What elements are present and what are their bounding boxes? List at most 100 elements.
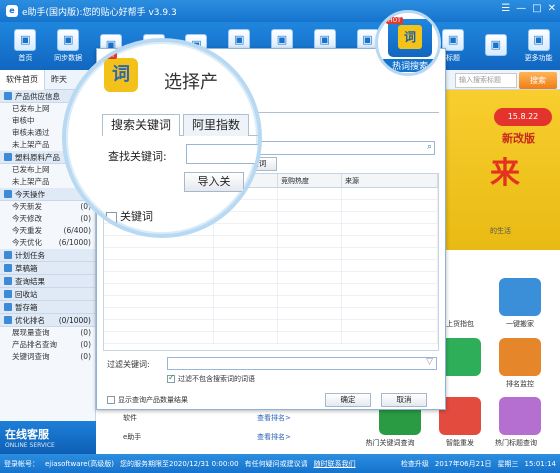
minimize-icon[interactable]: —	[516, 3, 526, 14]
promo-banner[interactable]: 15.8.22 新改版 来 的生活	[440, 90, 560, 250]
magnified-tab-ali[interactable]: 阿里指数	[183, 114, 250, 136]
login-label: 登录帐号：	[4, 459, 39, 468]
window-titlebar: e e助手(国内版):您的贴心好帮手 v3.9.3 ☰ — □ ✕	[0, 0, 560, 22]
table-cell	[278, 296, 342, 307]
hot-title-icon[interactable]	[499, 397, 541, 435]
table-cell	[342, 332, 438, 343]
sidebar-section-count: (0/1000)	[58, 315, 91, 325]
magnified-tab-search[interactable]: 搜索关键词	[102, 114, 181, 136]
search-button[interactable]: 搜索	[519, 72, 557, 89]
feature-hot-keyword[interactable]: 热门关键词查询	[355, 438, 425, 448]
sidebar-item-label: 产品排名查询	[12, 340, 57, 349]
feature-smart-repost[interactable]: 智能重发	[425, 438, 495, 448]
sidebar-section-header[interactable]: 暂存箱	[0, 301, 95, 314]
hot-keyword-callout[interactable]: 词 HOT 热词搜索	[375, 10, 441, 76]
sidebar-section-header[interactable]: 草稿箱	[0, 262, 95, 275]
table-row[interactable]	[104, 332, 438, 344]
hot-tag: HOT	[386, 17, 403, 24]
table-cell	[278, 236, 342, 247]
magnified-find-input[interactable]	[186, 144, 258, 164]
table-cell	[214, 296, 278, 307]
table-cell	[278, 188, 342, 199]
sidebar-item-label: 今天修改	[12, 214, 42, 223]
table-row[interactable]	[104, 260, 438, 272]
table-row[interactable]	[104, 236, 438, 248]
sidebar-item[interactable]: 产品排名查询 (0)	[0, 339, 95, 351]
col-bid-heat[interactable]: 竞购热度	[278, 174, 342, 187]
exclude-checkbox-label: 过滤不包含搜索词的词语	[178, 375, 255, 383]
table-cell	[342, 212, 438, 223]
tab-home[interactable]: 软件首页	[0, 69, 45, 90]
skin-icon[interactable]: ☰	[501, 3, 510, 14]
table-cell	[104, 260, 214, 271]
exclude-option[interactable]: 过滤不包含搜索词的词语	[167, 373, 255, 384]
maximize-icon[interactable]: □	[532, 3, 541, 14]
sidebar-section-title: 塑料原料产品	[15, 152, 60, 162]
sidebar-item[interactable]: 展现量查询 (0)	[0, 327, 95, 339]
section-icon	[4, 303, 12, 311]
table-row[interactable]	[104, 284, 438, 296]
title-search-input[interactable]: 输入搜索标题	[455, 73, 517, 88]
section-icon	[4, 290, 12, 298]
table-row[interactable]	[104, 296, 438, 308]
search-icon[interactable]: ⌕	[427, 142, 432, 152]
toolbar-button-1[interactable]: ▣ 同步数据	[47, 22, 90, 70]
feature-move-shop[interactable]: 一键搬家	[485, 319, 555, 329]
table-row[interactable]	[104, 308, 438, 320]
show-count-checkbox[interactable]	[107, 396, 115, 404]
online-service-banner[interactable]: 在线客服 ONLINE SERVICE	[0, 421, 96, 455]
show-count-option[interactable]: 显示查询产品数量结果	[107, 395, 188, 405]
hot-keyword-label[interactable]: 热词搜索	[382, 59, 438, 72]
row-link-eassistant[interactable]: 查看排名>	[257, 432, 291, 442]
filter-keyword-input[interactable]: ▽	[167, 357, 437, 370]
sidebar-item[interactable]: 关键词查询 (0)	[0, 351, 95, 363]
table-cell	[342, 260, 438, 271]
ok-button[interactable]: 确定	[325, 393, 371, 407]
toolbar-button-0[interactable]: ▣ 首页	[4, 22, 47, 70]
sidebar-section-title: 草稿箱	[15, 263, 38, 273]
sidebar-item[interactable]: 今天修改 (0)	[0, 213, 95, 225]
magnified-checkbox[interactable]	[106, 211, 117, 223]
cancel-button[interactable]: 取消	[381, 393, 427, 407]
toolbar-button-11[interactable]: ▣	[474, 22, 517, 70]
sidebar-section-header[interactable]: 优化排名 (0/1000)	[0, 314, 95, 327]
magnified-import-button[interactable]: 导入关	[184, 172, 244, 192]
account-name: ejiasoftware(高级版)	[45, 459, 115, 468]
sidebar-section-header[interactable]: 查询结果	[0, 275, 95, 288]
sidebar-section-header[interactable]: 计划任务	[0, 249, 95, 262]
sidebar-section-title: 回收站	[15, 289, 38, 299]
col-source[interactable]: 来源	[342, 174, 438, 187]
table-cell	[342, 188, 438, 199]
sidebar-item-label: 今天新发	[12, 202, 42, 211]
table-cell	[278, 200, 342, 211]
table-row[interactable]	[104, 272, 438, 284]
check-update-link[interactable]: 检查升级	[401, 459, 429, 469]
sidebar-section-header[interactable]: 回收站	[0, 288, 95, 301]
section-icon	[4, 264, 12, 272]
close-icon[interactable]: ✕	[548, 3, 556, 14]
filter-icon[interactable]: ▽	[426, 357, 433, 367]
hot-keyword-tile[interactable]: 词	[388, 19, 432, 57]
contact-link[interactable]: 随时联系我们	[314, 459, 356, 469]
table-row[interactable]	[104, 320, 438, 332]
toolbar-button-12[interactable]: ▣ 更多功能	[517, 22, 560, 70]
feature-rank-monitor[interactable]: 排名监控	[485, 379, 555, 389]
table-cell	[278, 272, 342, 283]
table-cell	[342, 272, 438, 283]
sidebar-item[interactable]: 今天新发 (0)	[0, 201, 95, 213]
exclude-checkbox[interactable]	[167, 373, 175, 383]
sidebar-item[interactable]: 今天重发 (6/400)	[0, 225, 95, 237]
banner-line: 新改版	[502, 132, 535, 145]
sidebar-section-title: 查询结果	[15, 276, 45, 286]
table-cell	[104, 284, 214, 295]
table-cell	[214, 308, 278, 319]
sidebar-item[interactable]: 今天优化 (6/1000)	[0, 237, 95, 249]
row-link-software[interactable]: 查看排名>	[257, 413, 291, 423]
move-shop-icon[interactable]	[499, 278, 541, 316]
sidebar-item-label: 关键词查询	[12, 352, 50, 361]
tab-yesterday[interactable]: 昨天	[45, 70, 73, 90]
table-row[interactable]	[104, 248, 438, 260]
table-cell	[278, 308, 342, 319]
rank-monitor-icon[interactable]	[499, 338, 541, 376]
sync-icon: ▣	[57, 29, 80, 51]
